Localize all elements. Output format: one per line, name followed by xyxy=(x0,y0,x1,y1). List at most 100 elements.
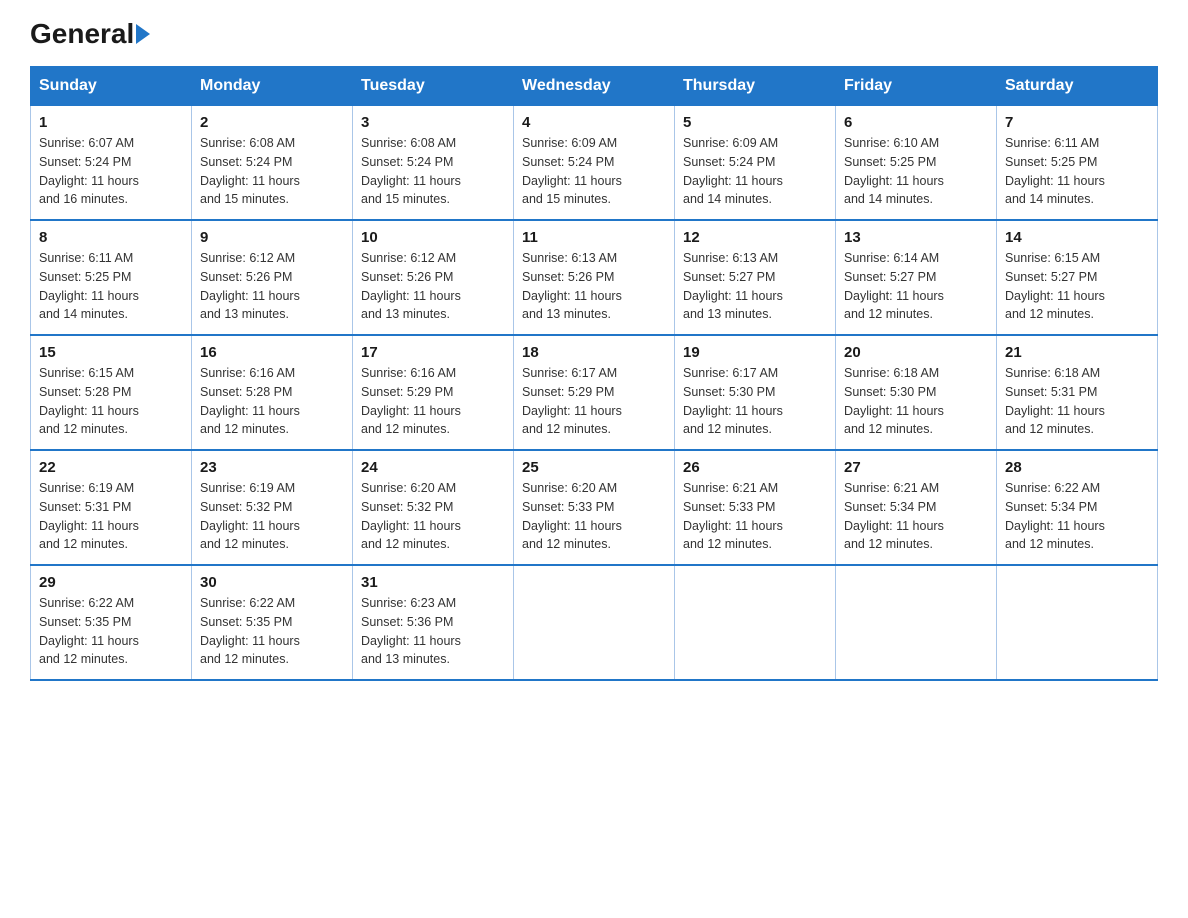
day-number: 15 xyxy=(39,344,183,361)
day-number: 13 xyxy=(844,229,988,246)
calendar-cell xyxy=(836,565,997,680)
day-number: 10 xyxy=(361,229,505,246)
day-info: Sunrise: 6:08 AMSunset: 5:24 PMDaylight:… xyxy=(200,134,344,209)
calendar-cell: 8Sunrise: 6:11 AMSunset: 5:25 PMDaylight… xyxy=(31,220,192,335)
day-number: 3 xyxy=(361,114,505,131)
day-number: 17 xyxy=(361,344,505,361)
calendar-cell: 12Sunrise: 6:13 AMSunset: 5:27 PMDayligh… xyxy=(675,220,836,335)
calendar-cell: 23 Sunrise: 6:19 AMSunset: 5:32 PMDayligh… xyxy=(192,450,353,565)
day-info: Sunrise: 6:22 AMSunset: 5:34 PMDaylight:… xyxy=(1005,479,1149,554)
day-number: 4 xyxy=(522,114,666,131)
calendar-cell: 26Sunrise: 6:21 AMSunset: 5:33 PMDayligh… xyxy=(675,450,836,565)
weekday-header-friday: Friday xyxy=(836,67,997,106)
logo-general-text: General xyxy=(30,20,150,48)
weekday-header-tuesday: Tuesday xyxy=(353,67,514,106)
calendar-cell: 15 Sunrise: 6:15 AMSunset: 5:28 PMDayligh… xyxy=(31,335,192,450)
calendar-cell: 17 Sunrise: 6:16 AMSunset: 5:29 PMDayligh… xyxy=(353,335,514,450)
day-number: 23 xyxy=(200,459,344,476)
day-info: Sunrise: 6:19 AMSunset: 5:31 PMDaylight:… xyxy=(39,479,183,554)
day-number: 16 xyxy=(200,344,344,361)
day-info: Sunrise: 6:15 AMSunset: 5:28 PMDaylight:… xyxy=(39,364,183,439)
day-info: Sunrise: 6:20 AMSunset: 5:32 PMDaylight:… xyxy=(361,479,505,554)
day-number: 21 xyxy=(1005,344,1149,361)
calendar-cell xyxy=(514,565,675,680)
calendar-cell xyxy=(997,565,1158,680)
logo: General xyxy=(30,20,150,48)
day-info: Sunrise: 6:11 AMSunset: 5:25 PMDaylight:… xyxy=(39,249,183,324)
calendar-week-1: 1 Sunrise: 6:07 AMSunset: 5:24 PMDaylight… xyxy=(31,106,1158,221)
weekday-header-row: SundayMondayTuesdayWednesdayThursdayFrid… xyxy=(31,67,1158,106)
day-info: Sunrise: 6:22 AMSunset: 5:35 PMDaylight:… xyxy=(200,594,344,669)
day-info: Sunrise: 6:21 AMSunset: 5:34 PMDaylight:… xyxy=(844,479,988,554)
calendar-cell: 2 Sunrise: 6:08 AMSunset: 5:24 PMDaylight… xyxy=(192,106,353,221)
day-number: 20 xyxy=(844,344,988,361)
calendar-week-2: 8Sunrise: 6:11 AMSunset: 5:25 PMDaylight… xyxy=(31,220,1158,335)
calendar-cell: 28 Sunrise: 6:22 AMSunset: 5:34 PMDayligh… xyxy=(997,450,1158,565)
calendar-cell: 31Sunrise: 6:23 AMSunset: 5:36 PMDayligh… xyxy=(353,565,514,680)
day-number: 11 xyxy=(522,229,666,246)
day-number: 1 xyxy=(39,114,183,131)
calendar-cell: 27 Sunrise: 6:21 AMSunset: 5:34 PMDayligh… xyxy=(836,450,997,565)
calendar-table: SundayMondayTuesdayWednesdayThursdayFrid… xyxy=(30,66,1158,681)
calendar-cell: 29 Sunrise: 6:22 AMSunset: 5:35 PMDayligh… xyxy=(31,565,192,680)
calendar-cell: 21 Sunrise: 6:18 AMSunset: 5:31 PMDayligh… xyxy=(997,335,1158,450)
calendar-cell: 3 Sunrise: 6:08 AMSunset: 5:24 PMDaylight… xyxy=(353,106,514,221)
day-info: Sunrise: 6:20 AMSunset: 5:33 PMDaylight:… xyxy=(522,479,666,554)
day-number: 9 xyxy=(200,229,344,246)
day-info: Sunrise: 6:09 AMSunset: 5:24 PMDaylight:… xyxy=(683,134,827,209)
day-number: 5 xyxy=(683,114,827,131)
calendar-week-4: 22 Sunrise: 6:19 AMSunset: 5:31 PMDayligh… xyxy=(31,450,1158,565)
day-info: Sunrise: 6:12 AMSunset: 5:26 PMDaylight:… xyxy=(361,249,505,324)
weekday-header-wednesday: Wednesday xyxy=(514,67,675,106)
calendar-cell: 16 Sunrise: 6:16 AMSunset: 5:28 PMDayligh… xyxy=(192,335,353,450)
day-number: 31 xyxy=(361,574,505,591)
day-info: Sunrise: 6:17 AMSunset: 5:29 PMDaylight:… xyxy=(522,364,666,439)
calendar-cell: 11 Sunrise: 6:13 AMSunset: 5:26 PMDayligh… xyxy=(514,220,675,335)
calendar-cell: 1 Sunrise: 6:07 AMSunset: 5:24 PMDaylight… xyxy=(31,106,192,221)
day-info: Sunrise: 6:14 AMSunset: 5:27 PMDaylight:… xyxy=(844,249,988,324)
calendar-cell: 30Sunrise: 6:22 AMSunset: 5:35 PMDayligh… xyxy=(192,565,353,680)
day-number: 7 xyxy=(1005,114,1149,131)
day-number: 24 xyxy=(361,459,505,476)
day-number: 26 xyxy=(683,459,827,476)
calendar-cell: 7 Sunrise: 6:11 AMSunset: 5:25 PMDaylight… xyxy=(997,106,1158,221)
day-number: 28 xyxy=(1005,459,1149,476)
day-number: 27 xyxy=(844,459,988,476)
calendar-cell: 22 Sunrise: 6:19 AMSunset: 5:31 PMDayligh… xyxy=(31,450,192,565)
day-number: 29 xyxy=(39,574,183,591)
weekday-header-saturday: Saturday xyxy=(997,67,1158,106)
day-info: Sunrise: 6:08 AMSunset: 5:24 PMDaylight:… xyxy=(361,134,505,209)
weekday-header-thursday: Thursday xyxy=(675,67,836,106)
calendar-week-5: 29 Sunrise: 6:22 AMSunset: 5:35 PMDayligh… xyxy=(31,565,1158,680)
day-number: 25 xyxy=(522,459,666,476)
calendar-cell: 6Sunrise: 6:10 AMSunset: 5:25 PMDaylight… xyxy=(836,106,997,221)
calendar-cell: 14Sunrise: 6:15 AMSunset: 5:27 PMDayligh… xyxy=(997,220,1158,335)
day-info: Sunrise: 6:13 AMSunset: 5:26 PMDaylight:… xyxy=(522,249,666,324)
calendar-cell: 4 Sunrise: 6:09 AMSunset: 5:24 PMDaylight… xyxy=(514,106,675,221)
day-info: Sunrise: 6:22 AMSunset: 5:35 PMDaylight:… xyxy=(39,594,183,669)
day-info: Sunrise: 6:16 AMSunset: 5:28 PMDaylight:… xyxy=(200,364,344,439)
calendar-body: 1 Sunrise: 6:07 AMSunset: 5:24 PMDaylight… xyxy=(31,106,1158,681)
day-number: 14 xyxy=(1005,229,1149,246)
calendar-cell: 25 Sunrise: 6:20 AMSunset: 5:33 PMDayligh… xyxy=(514,450,675,565)
day-info: Sunrise: 6:19 AMSunset: 5:32 PMDaylight:… xyxy=(200,479,344,554)
day-number: 12 xyxy=(683,229,827,246)
day-number: 2 xyxy=(200,114,344,131)
day-info: Sunrise: 6:09 AMSunset: 5:24 PMDaylight:… xyxy=(522,134,666,209)
weekday-header-monday: Monday xyxy=(192,67,353,106)
day-number: 19 xyxy=(683,344,827,361)
day-number: 22 xyxy=(39,459,183,476)
calendar-cell: 10 Sunrise: 6:12 AMSunset: 5:26 PMDayligh… xyxy=(353,220,514,335)
day-info: Sunrise: 6:18 AMSunset: 5:30 PMDaylight:… xyxy=(844,364,988,439)
calendar-cell: 5 Sunrise: 6:09 AMSunset: 5:24 PMDaylight… xyxy=(675,106,836,221)
day-info: Sunrise: 6:10 AMSunset: 5:25 PMDaylight:… xyxy=(844,134,988,209)
day-info: Sunrise: 6:07 AMSunset: 5:24 PMDaylight:… xyxy=(39,134,183,209)
logo-triangle-icon xyxy=(136,24,150,44)
day-info: Sunrise: 6:18 AMSunset: 5:31 PMDaylight:… xyxy=(1005,364,1149,439)
calendar-cell: 19Sunrise: 6:17 AMSunset: 5:30 PMDayligh… xyxy=(675,335,836,450)
day-info: Sunrise: 6:11 AMSunset: 5:25 PMDaylight:… xyxy=(1005,134,1149,209)
day-info: Sunrise: 6:16 AMSunset: 5:29 PMDaylight:… xyxy=(361,364,505,439)
day-info: Sunrise: 6:12 AMSunset: 5:26 PMDaylight:… xyxy=(200,249,344,324)
calendar-cell: 9 Sunrise: 6:12 AMSunset: 5:26 PMDaylight… xyxy=(192,220,353,335)
calendar-week-3: 15 Sunrise: 6:15 AMSunset: 5:28 PMDayligh… xyxy=(31,335,1158,450)
